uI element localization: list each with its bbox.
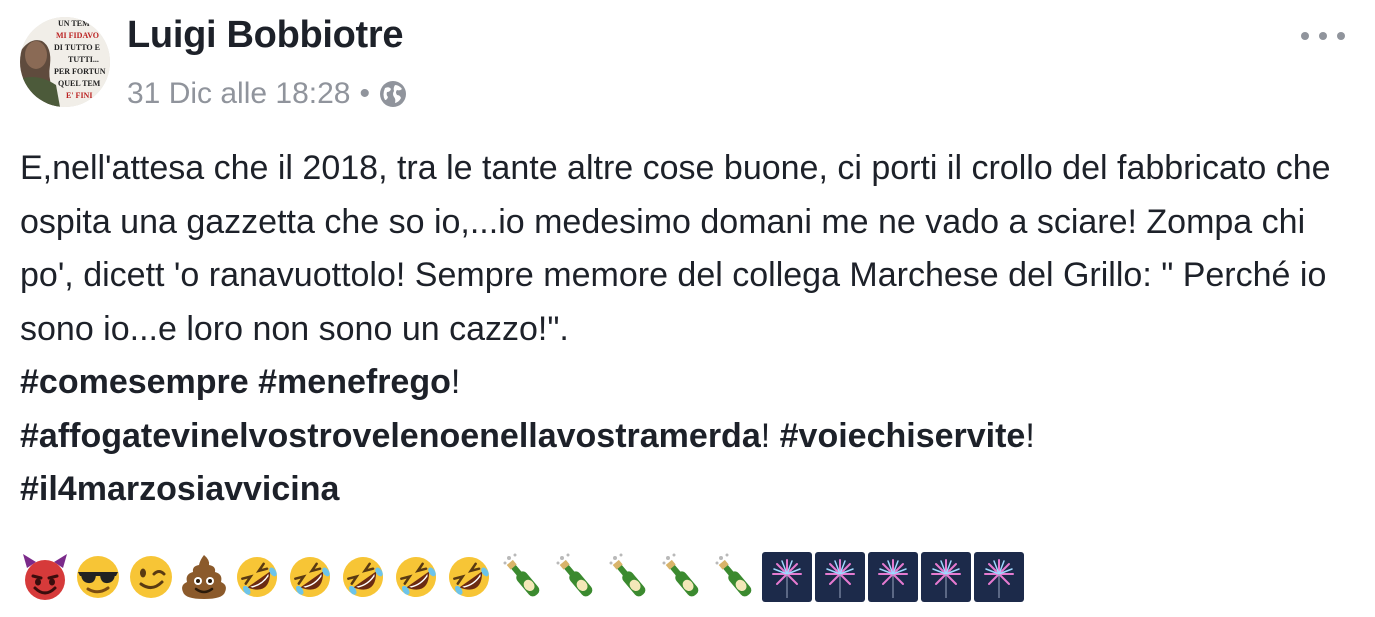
punctuation: ! — [450, 363, 461, 401]
fireworks-emoji — [762, 552, 812, 602]
post-timestamp[interactable]: 31 Dic alle 18:28 — [127, 77, 350, 111]
more-dot — [1301, 32, 1309, 40]
author-name[interactable]: Luigi Bobbiotre — [127, 14, 404, 57]
punctuation: ! — [1025, 416, 1035, 455]
champagne-emoji — [550, 552, 600, 602]
fireworks-emoji — [974, 552, 1024, 602]
rofl-emoji — [338, 552, 388, 602]
avatar-text-line: DI TUTTO E — [54, 43, 100, 52]
hashtag-link[interactable]: #affogatevinelvostrovelenoenellavostrame… — [20, 417, 761, 455]
more-dot — [1337, 32, 1345, 40]
post-body: E,nell'attesa che il 2018, tra le tante … — [20, 142, 1355, 517]
hashtag-line: #affogatevinelvostrovelenoenellavostrame… — [20, 410, 1355, 464]
champagne-emoji — [656, 552, 706, 602]
more-options-icon[interactable] — [1301, 20, 1345, 52]
globe-icon[interactable] — [379, 80, 407, 108]
smiling-devil-emoji — [20, 552, 70, 602]
hashtag-link[interactable]: #voiechiservite — [780, 417, 1026, 455]
avatar-text-line: PER FORTUN — [54, 67, 106, 76]
hashtag-line: #il4marzosiavvicina — [20, 463, 1355, 517]
champagne-emoji — [709, 552, 759, 602]
poop-emoji — [179, 552, 229, 602]
avatar[interactable]: UN TEM MI FIDAVO DI TUTTO E TUTTI... PER… — [20, 17, 110, 107]
avatar-text-line: MI FIDAVO — [56, 31, 99, 40]
post-meta: 31 Dic alle 18:28 • — [127, 77, 407, 111]
facebook-post: UN TEM MI FIDAVO DI TUTTO E TUTTI... PER… — [0, 0, 1375, 617]
fireworks-emoji — [921, 552, 971, 602]
sunglasses-emoji — [73, 552, 123, 602]
hashtag-link[interactable]: #menefrego — [258, 363, 451, 401]
winking-face-emoji — [126, 552, 176, 602]
punctuation: ! — [760, 416, 780, 455]
avatar-text-line: UN TEM — [58, 19, 90, 28]
rofl-emoji — [285, 552, 335, 602]
hashtag-link[interactable]: #comesempre — [20, 363, 249, 401]
post-text: E,nell'attesa che il 2018, tra le tante … — [20, 149, 1331, 348]
emoji-row — [20, 552, 1024, 602]
hashtag-link[interactable]: #il4marzosiavvicina — [20, 470, 339, 508]
meta-separator: • — [359, 77, 370, 110]
avatar-text-line: QUEL TEM — [58, 79, 101, 88]
text-space — [249, 363, 258, 401]
champagne-emoji — [497, 552, 547, 602]
avatar-text-line: TUTTI... — [68, 55, 99, 64]
fireworks-emoji — [815, 552, 865, 602]
avatar-text-line: E' FINI — [66, 91, 92, 100]
fireworks-emoji — [868, 552, 918, 602]
avatar-image: UN TEM MI FIDAVO DI TUTTO E TUTTI... PER… — [20, 17, 110, 107]
rofl-emoji — [232, 552, 282, 602]
hashtag-line: #comesempre #menefrego! — [20, 356, 1355, 410]
rofl-emoji — [391, 552, 441, 602]
more-dot — [1319, 32, 1327, 40]
rofl-emoji — [444, 552, 494, 602]
champagne-emoji — [603, 552, 653, 602]
